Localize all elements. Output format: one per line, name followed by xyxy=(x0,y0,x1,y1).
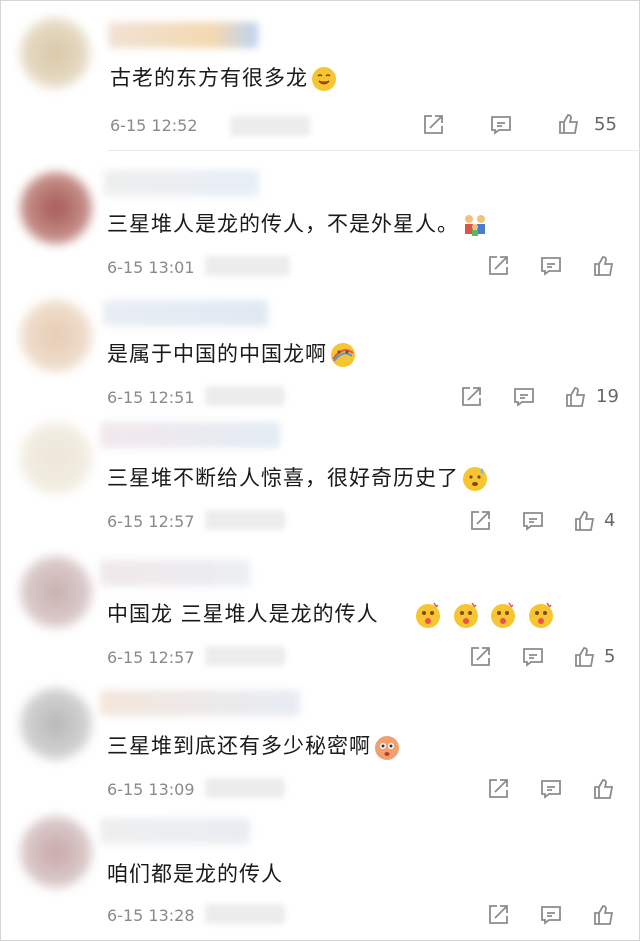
share-icon[interactable] xyxy=(467,644,493,670)
comment-icon[interactable] xyxy=(538,253,564,279)
avatar[interactable] xyxy=(20,18,90,88)
comment-text: 三星堆不断给人惊喜，很好奇历史了 xyxy=(107,462,489,493)
surprised-face-emoji xyxy=(529,602,554,628)
avatar[interactable] xyxy=(20,688,92,760)
location-blurred xyxy=(230,116,310,136)
avatar[interactable] xyxy=(20,300,92,372)
comment-text: 三星堆人是龙的传人，不是外星人。 xyxy=(107,208,489,239)
comment-time: 6-15 12:57 xyxy=(107,512,195,531)
tongue-face-emoji xyxy=(312,67,336,91)
like-count: 4 xyxy=(604,510,616,531)
location-blurred xyxy=(205,646,285,666)
location-blurred xyxy=(205,510,285,530)
comment-time: 6-15 12:52 xyxy=(110,116,198,135)
like-icon[interactable] xyxy=(590,901,618,929)
like-icon[interactable] xyxy=(555,110,583,138)
curious-face-emoji xyxy=(375,736,399,760)
comment-time: 6-15 12:57 xyxy=(107,648,195,667)
share-icon[interactable] xyxy=(485,776,511,802)
avatar[interactable] xyxy=(20,556,92,628)
family-emoji xyxy=(465,215,485,236)
like-icon[interactable] xyxy=(562,383,590,411)
comment-icon[interactable] xyxy=(538,776,564,802)
sweat-face-emoji xyxy=(463,467,487,491)
divider xyxy=(108,150,640,151)
comment-icon[interactable] xyxy=(520,508,546,534)
like-count: 19 xyxy=(596,386,619,407)
comment-icon[interactable] xyxy=(520,644,546,670)
username-blurred[interactable] xyxy=(100,422,280,448)
comment-time: 6-15 13:01 xyxy=(107,258,195,277)
username-blurred[interactable] xyxy=(103,300,268,326)
like-icon[interactable] xyxy=(571,507,599,535)
username-blurred[interactable] xyxy=(100,690,300,716)
username-blurred[interactable] xyxy=(100,560,250,586)
comment-icon[interactable] xyxy=(511,384,537,410)
comment-text: 是属于中国的中国龙啊 xyxy=(107,338,357,369)
comment-text: 三星堆到底还有多少秘密啊 xyxy=(107,730,401,761)
like-count: 5 xyxy=(604,646,616,667)
like-count: 55 xyxy=(594,114,617,135)
comment-time: 6-15 13:28 xyxy=(107,906,195,925)
avatar[interactable] xyxy=(20,422,92,494)
avatar[interactable] xyxy=(20,816,92,888)
comment-text: 咱们都是龙的传人 xyxy=(107,862,283,886)
comment-time: 6-15 13:09 xyxy=(107,780,195,799)
comment-icon[interactable] xyxy=(488,112,514,138)
comment-time: 6-15 12:51 xyxy=(107,388,195,407)
username-blurred[interactable] xyxy=(108,22,258,48)
like-icon[interactable] xyxy=(571,643,599,671)
like-icon[interactable] xyxy=(590,252,618,280)
comment-icon[interactable] xyxy=(538,902,564,928)
username-blurred[interactable] xyxy=(100,818,250,844)
like-icon[interactable] xyxy=(590,775,618,803)
share-icon[interactable] xyxy=(485,253,511,279)
surprised-face-emoji xyxy=(416,602,441,628)
surprised-face-emoji xyxy=(453,602,478,628)
share-icon[interactable] xyxy=(458,384,484,410)
share-icon[interactable] xyxy=(467,508,493,534)
comment-text: 古老的东方有很多龙 xyxy=(110,62,338,93)
location-blurred xyxy=(205,778,285,798)
location-blurred xyxy=(205,386,285,406)
username-blurred[interactable] xyxy=(104,170,259,196)
share-icon[interactable] xyxy=(485,902,511,928)
avatar[interactable] xyxy=(20,172,92,244)
share-icon[interactable] xyxy=(420,112,446,138)
surprised-face-emoji xyxy=(491,602,516,628)
comment-text: 中国龙 三星堆人是龙的传人 xyxy=(107,598,555,629)
location-blurred xyxy=(205,256,290,276)
location-blurred xyxy=(205,904,285,924)
rainbow-face-emoji xyxy=(331,343,355,367)
